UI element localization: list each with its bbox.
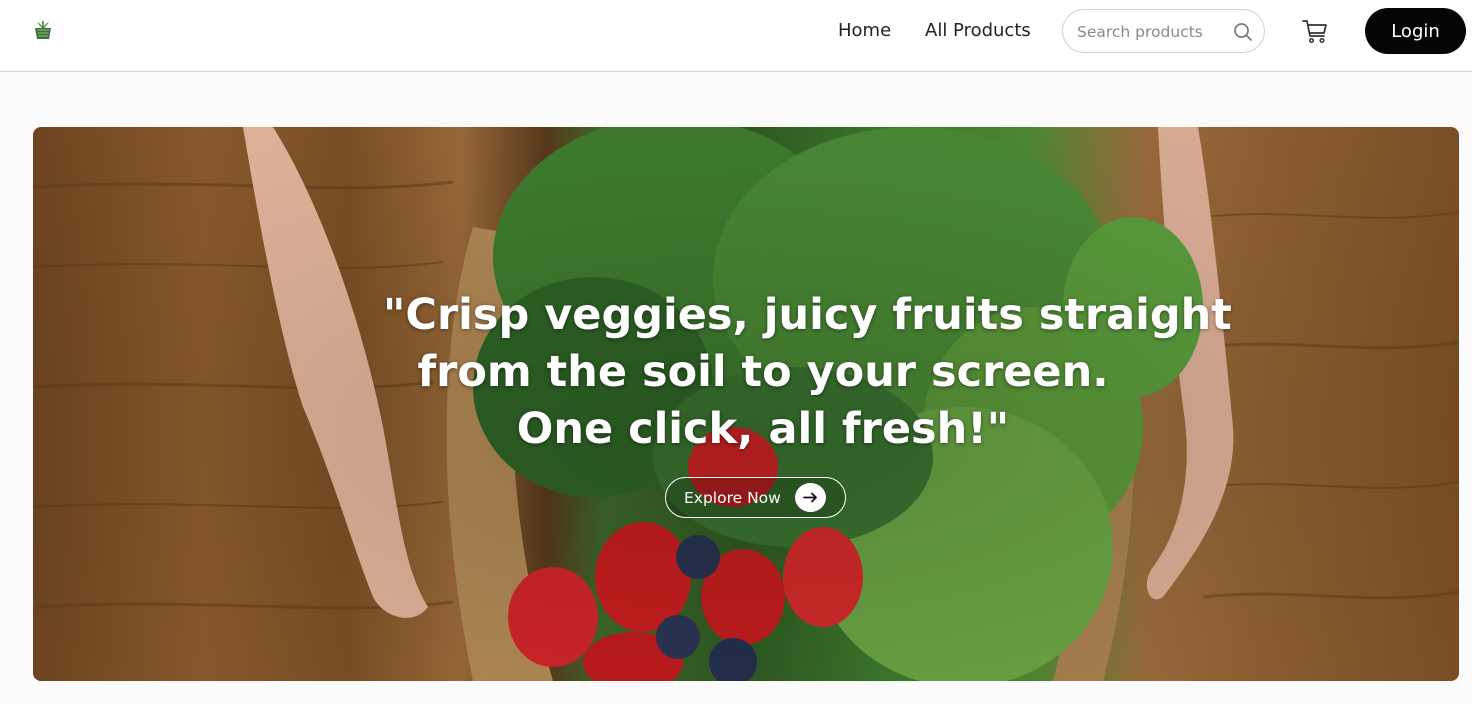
explore-now-button[interactable]: Explore Now xyxy=(665,477,846,518)
cart-icon[interactable] xyxy=(1300,16,1330,46)
login-button[interactable]: Login xyxy=(1365,8,1466,54)
arrow-right-icon xyxy=(795,483,826,512)
search-box[interactable] xyxy=(1062,9,1265,53)
hero-banner: "Crisp veggies, juicy fruits straight fr… xyxy=(33,127,1459,681)
explore-now-label: Explore Now xyxy=(684,489,781,507)
hero-headline: "Crisp veggies, juicy fruits straight fr… xyxy=(383,287,1232,458)
nav-link-home[interactable]: Home xyxy=(838,19,891,43)
hero-headline-line: from the soil to your screen. xyxy=(417,347,1109,397)
vegetable-basket-logo-icon[interactable] xyxy=(31,18,55,42)
hero-headline-line: "Crisp veggies, juicy fruits straight xyxy=(383,290,1232,340)
top-navbar: Home All Products Login xyxy=(0,0,1472,72)
search-icon[interactable] xyxy=(1232,21,1254,43)
hero-headline-line: One click, all fresh!" xyxy=(516,404,1010,454)
search-input[interactable] xyxy=(1077,20,1227,44)
nav-link-all-products[interactable]: All Products xyxy=(925,19,1031,43)
